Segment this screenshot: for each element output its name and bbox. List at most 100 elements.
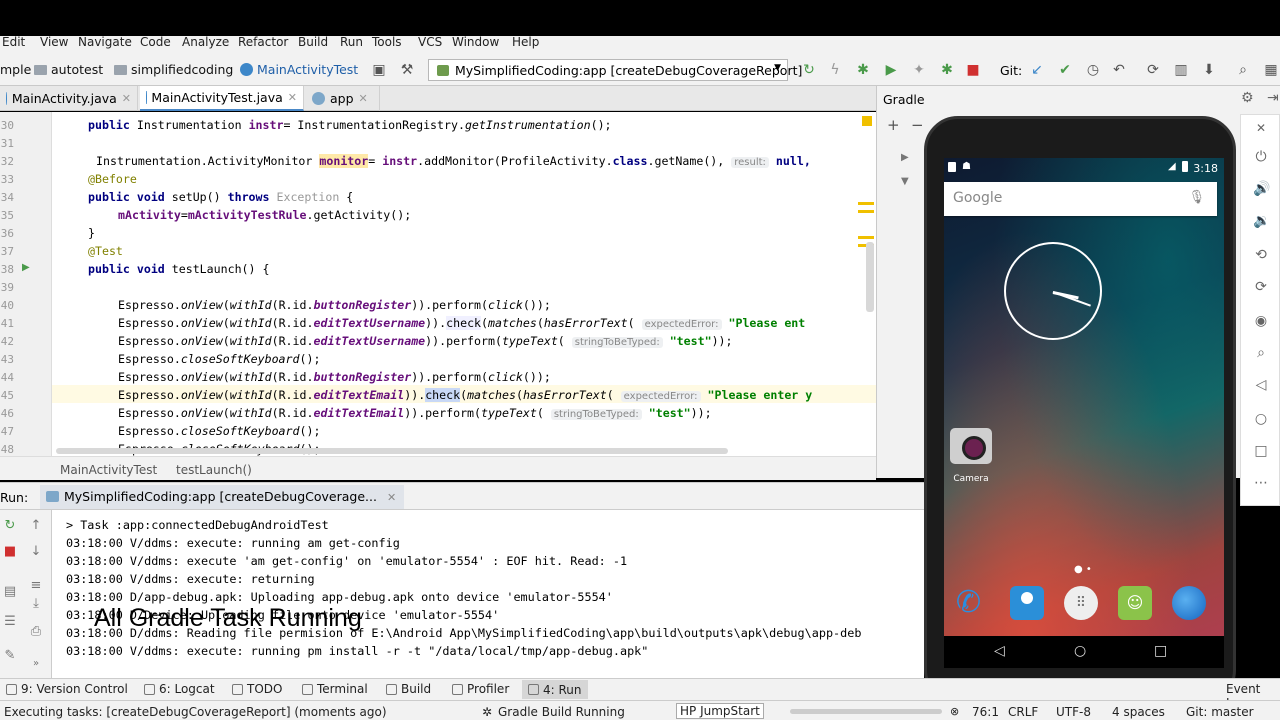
pin-icon[interactable]: ✎ <box>2 648 18 664</box>
menu-code[interactable]: Code <box>140 36 171 49</box>
rotate-right-icon[interactable]: ⟳ <box>1253 279 1269 295</box>
analog-clock-widget[interactable] <box>1004 242 1102 340</box>
warning-marker[interactable] <box>858 202 874 205</box>
more-icon[interactable]: ▦ <box>1262 61 1280 79</box>
menu-navigate[interactable]: Navigate <box>78 36 132 49</box>
coverage-icon[interactable]: ▶ <box>882 61 900 79</box>
settings-icon[interactable]: ☰ <box>2 614 18 630</box>
menu-run[interactable]: Run <box>340 36 363 49</box>
close-icon[interactable]: ✕ <box>122 92 131 105</box>
tree-expand-icon[interactable]: ▶ <box>901 152 909 163</box>
status-encoding[interactable]: UTF-8 <box>1056 705 1091 719</box>
close-icon[interactable]: ✕ <box>1253 121 1269 137</box>
menu-view[interactable]: View <box>40 36 68 49</box>
restore-layout-icon[interactable]: ▤ <box>2 584 18 600</box>
status-caret-position[interactable]: 76:1 <box>972 705 999 719</box>
menu-vcs[interactable]: VCS <box>418 36 442 49</box>
crumb-simplifiedcoding[interactable]: simplifiedcoding <box>114 62 233 77</box>
tab-app[interactable]: app ✕ <box>306 86 380 111</box>
scroll-up-icon[interactable]: ↑ <box>28 518 44 534</box>
messaging-app-icon[interactable]: ☺ <box>1118 586 1152 620</box>
status-line-separator[interactable]: CRLF <box>1008 705 1038 719</box>
run-configuration-select[interactable]: MySimplifiedCoding:app [createDebugCover… <box>428 59 802 81</box>
gear-icon[interactable]: ⚙ <box>1241 90 1254 106</box>
home-icon[interactable]: ○ <box>1253 411 1269 427</box>
status-git-branch[interactable]: Git: master <box>1186 705 1254 719</box>
microphone-icon[interactable]: 🎙 <box>1188 190 1205 205</box>
menu-refactor[interactable]: Refactor <box>238 36 288 49</box>
tool-todo[interactable]: TODO <box>232 682 282 696</box>
inspection-indicator-icon[interactable] <box>862 116 872 126</box>
tool-logcat[interactable]: 6: Logcat <box>144 682 215 696</box>
rerun-icon[interactable]: ↻ <box>800 61 818 79</box>
expand-icon[interactable]: » <box>28 658 44 674</box>
tool-version-control[interactable]: 9: Version Control <box>6 682 128 696</box>
search-icon[interactable]: ⌕ <box>1234 61 1252 79</box>
crumb-class[interactable]: MainActivityTest <box>240 62 358 77</box>
more-icon[interactable]: ⋯ <box>1253 475 1269 491</box>
scroll-to-end-icon[interactable]: ⤓ <box>28 596 44 612</box>
scroll-down-icon[interactable]: ↓ <box>28 544 44 560</box>
tab-mainactivity[interactable]: MainActivity.java ✕ <box>0 86 138 111</box>
hide-panel-icon[interactable]: ⇥ <box>1267 90 1279 106</box>
menu-analyze[interactable]: Analyze <box>182 36 229 49</box>
build-hammer-icon[interactable]: ⚒ <box>398 61 416 79</box>
profile-icon[interactable]: ✦ <box>910 61 928 79</box>
run-console[interactable]: > Task :app:connectedDebugAndroidTest 03… <box>52 510 924 678</box>
project-structure-icon[interactable]: ▣ <box>370 61 388 79</box>
sync-gradle-icon[interactable]: ⟳ <box>1144 61 1162 79</box>
crumb-autotest[interactable]: autotest <box>34 62 103 77</box>
google-search-bar[interactable]: Google 🎙 <box>944 182 1217 216</box>
emulator-screen[interactable]: ☗ ◢ 3:18 Google 🎙 Camera ● • ✆ ⠿ ☺ ◁ ○ □ <box>944 158 1224 668</box>
menu-window[interactable]: Window <box>452 36 499 49</box>
close-icon[interactable]: ✕ <box>387 491 396 504</box>
browser-app-icon[interactable] <box>1172 586 1206 620</box>
status-task-text[interactable]: Executing tasks: [createDebugCoverageRep… <box>4 705 387 719</box>
vcs-commit-icon[interactable]: ✔ <box>1056 61 1074 79</box>
close-icon[interactable]: ✕ <box>288 91 297 104</box>
power-icon[interactable]: ⏻ <box>1253 149 1269 165</box>
attach-debugger-icon[interactable]: ✱ <box>938 61 956 79</box>
soft-wrap-icon[interactable]: ≡ <box>28 578 44 594</box>
menu-edit[interactable]: Edit <box>2 36 25 49</box>
crumb-module[interactable]: mple <box>0 62 31 77</box>
overview-icon[interactable]: □ <box>1253 443 1269 459</box>
cancel-icon[interactable]: ⊗ <box>950 705 959 718</box>
contacts-app-icon[interactable] <box>1010 586 1044 620</box>
debug-icon[interactable]: ✱ <box>854 61 872 79</box>
warning-marker[interactable] <box>858 210 874 213</box>
vcs-history-icon[interactable]: ◷ <box>1084 61 1102 79</box>
menu-help[interactable]: Help <box>512 36 539 49</box>
screenshot-icon[interactable]: ◉ <box>1253 313 1269 329</box>
vcs-revert-icon[interactable]: ↶ <box>1110 61 1128 79</box>
run-test-gutter-icon[interactable]: ▶ <box>22 262 30 273</box>
stop-icon[interactable]: ■ <box>2 544 18 560</box>
print-icon[interactable]: ⎙ <box>28 624 44 640</box>
apply-changes-icon[interactable]: ϟ <box>826 61 844 79</box>
menu-build[interactable]: Build <box>298 36 328 49</box>
volume-down-icon[interactable]: 🔉 <box>1253 213 1270 229</box>
android-back-icon[interactable]: ◁ <box>994 643 1005 659</box>
tool-profiler[interactable]: Profiler <box>452 682 509 696</box>
run-tab[interactable]: MySimplifiedCoding:app [createDebugCover… <box>40 485 405 509</box>
editor-horizontal-scrollbar[interactable] <box>56 448 728 454</box>
status-indent[interactable]: 4 spaces <box>1112 705 1165 719</box>
phone-app-icon[interactable]: ✆ <box>956 586 990 620</box>
android-home-icon[interactable]: ○ <box>1074 643 1086 659</box>
breadcrumb-class[interactable]: MainActivityTest <box>60 463 157 477</box>
editor-scrollbar[interactable] <box>866 242 874 312</box>
app-drawer-button[interactable]: ⠿ <box>1064 586 1098 620</box>
tree-collapse-icon[interactable]: ▼ <box>901 176 909 187</box>
remove-icon[interactable]: − <box>911 116 924 134</box>
stop-icon[interactable]: ■ <box>964 61 982 79</box>
rotate-left-icon[interactable]: ⟲ <box>1253 247 1269 263</box>
tool-run[interactable]: 4: Run <box>522 680 588 699</box>
warning-marker[interactable] <box>858 236 874 239</box>
status-gradle-running[interactable]: Gradle Build Running <box>498 705 625 719</box>
rerun-icon[interactable]: ↻ <box>2 518 18 534</box>
close-icon[interactable]: ✕ <box>359 92 368 105</box>
android-recents-icon[interactable]: □ <box>1154 643 1167 659</box>
avd-manager-icon[interactable]: ▥ <box>1172 61 1190 79</box>
add-icon[interactable]: + <box>887 116 900 134</box>
camera-app-shortcut[interactable]: Camera <box>948 428 994 484</box>
